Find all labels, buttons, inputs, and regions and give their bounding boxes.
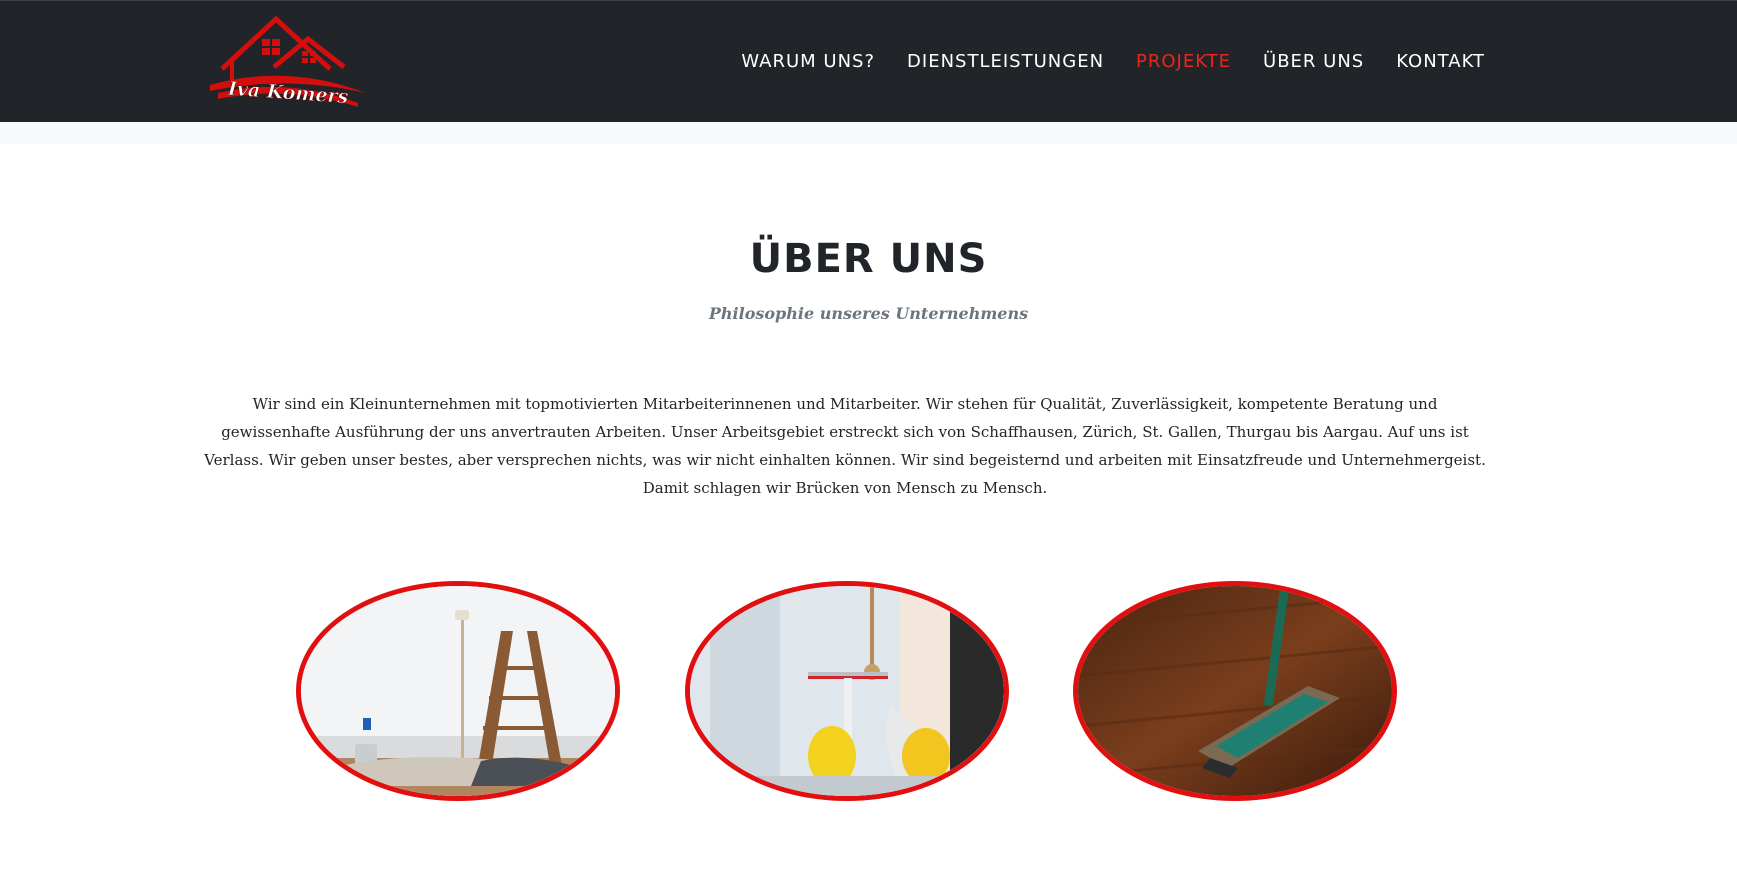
- header-divider-strip: [0, 122, 1737, 144]
- section-title: ÜBER UNS: [749, 236, 988, 282]
- about-section: ÜBER UNS Philosophie unseres Unternehmen…: [0, 144, 1737, 877]
- house-logo-icon: Iva Komers: [210, 15, 366, 109]
- nav-link-dienstleistungen[interactable]: DIENSTLEISTUNGEN: [891, 49, 1120, 75]
- floor-mop-photo: [1073, 581, 1397, 801]
- about-text: Wir sind ein Kleinunternehmen mit topmot…: [204, 395, 1486, 497]
- section-subtitle: Philosophie unseres Unternehmens: [708, 304, 1029, 323]
- photo-row: [0, 581, 1737, 803]
- main-nav: WARUM UNS? DIENSTLEISTUNGEN PROJEKTE ÜBE…: [725, 49, 1485, 75]
- navbar: Iva Komers WARUM UNS? DIENSTLEISTUNGEN P…: [0, 0, 1737, 122]
- nav-link-ueber-uns[interactable]: ÜBER UNS: [1247, 49, 1380, 75]
- nav-link-kontakt[interactable]: KONTAKT: [1380, 49, 1485, 75]
- window-cleaning-photo: [685, 581, 1009, 801]
- brand-logo[interactable]: Iva Komers: [208, 15, 368, 111]
- nav-link-warum-uns[interactable]: WARUM UNS?: [725, 49, 891, 75]
- painting-room-photo: [296, 581, 620, 801]
- nav-link-projekte[interactable]: PROJEKTE: [1120, 49, 1247, 75]
